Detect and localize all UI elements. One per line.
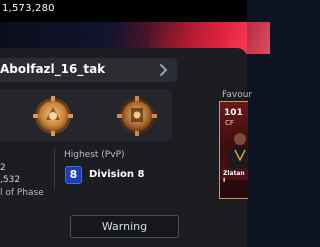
warning-button[interactable]: Warning	[70, 215, 179, 238]
top-bar: 1,573,280	[0, 0, 247, 22]
card-position: CF	[225, 119, 234, 127]
player-portrait-icon	[228, 133, 248, 168]
division-badge: 8	[65, 166, 82, 184]
username: Abolfazl_16_tak	[0, 62, 106, 76]
card-rating: 101	[224, 108, 243, 118]
coin-balance: 1,573,280	[2, 3, 55, 14]
favourite-label: Favour	[222, 90, 253, 100]
phase-label: l of Phase	[0, 188, 44, 198]
medal-icon	[117, 96, 157, 136]
card-player-name: Zlatan I	[223, 170, 245, 184]
chevron-right-icon	[160, 64, 168, 76]
stat-value: ,532	[0, 175, 21, 185]
stat-value: 2	[0, 163, 6, 173]
username-row[interactable]: Abolfazl_16_tak	[0, 58, 177, 82]
division-label: Division 8	[89, 169, 145, 180]
favourite-player-card[interactable]: 101 CF Zlatan I	[219, 101, 248, 199]
medal-icon	[33, 96, 73, 136]
divider	[54, 148, 55, 190]
highest-pvp-label: Highest (PvP)	[64, 150, 125, 160]
